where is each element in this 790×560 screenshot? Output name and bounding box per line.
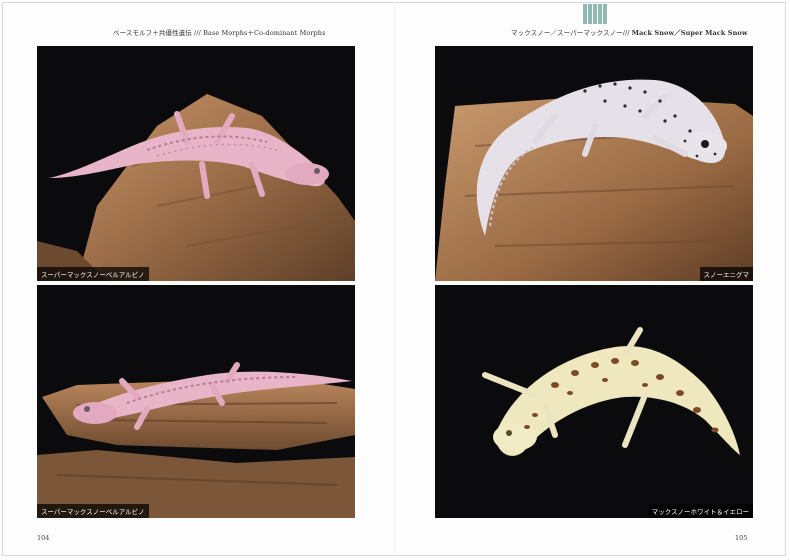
photo-left-top-image bbox=[37, 46, 355, 281]
photo-right-bottom: マックスノーホワイト＆イエロー bbox=[435, 285, 753, 518]
right-head-en: Mack Snow／Super Mack Snow bbox=[631, 29, 748, 37]
photo-left-top-caption: スーパーマックスノーベルアルビノ bbox=[37, 267, 149, 281]
photo-right-top-image bbox=[435, 46, 753, 281]
photo-right-bottom-image bbox=[435, 285, 753, 518]
photo-right-top-caption: スノーエニグマ bbox=[699, 267, 753, 281]
left-running-head: ベースモルフ＋共優性遺伝 /// Base Morphs＋Co-dominant… bbox=[113, 27, 326, 37]
photo-left-top: スーパーマックスノーベルアルビノ bbox=[37, 46, 355, 281]
photo-left-bottom-caption: スーパーマックスノーベルアルビノ bbox=[37, 504, 149, 518]
left-head-jp: ベースモルフ＋共優性遺伝 bbox=[113, 29, 192, 37]
page-number-right: 105 bbox=[735, 534, 748, 542]
chapter-tab-mark bbox=[583, 4, 608, 24]
photo-left-bottom: スーパーマックスノーベルアルビノ bbox=[37, 285, 355, 518]
page-gutter bbox=[394, 2, 395, 556]
left-head-en: Base Morphs＋Co-dominant Morphs bbox=[200, 29, 326, 37]
right-running-head: マックスノー／スーパーマックスノー/// Mack Snow／Super Mac… bbox=[511, 27, 748, 37]
book-spread: ベースモルフ＋共優性遺伝 /// Base Morphs＋Co-dominant… bbox=[0, 0, 790, 560]
right-head-jp: マックスノー／スーパーマックスノー bbox=[511, 29, 623, 37]
photo-left-bottom-image bbox=[37, 285, 355, 518]
right-head-separator: /// bbox=[622, 29, 632, 37]
photo-right-top: スノーエニグマ bbox=[435, 46, 753, 281]
page-number-left: 104 bbox=[37, 534, 50, 542]
left-head-separator: /// bbox=[191, 29, 201, 37]
photo-right-bottom-caption: マックスノーホワイト＆イエロー bbox=[647, 504, 753, 518]
